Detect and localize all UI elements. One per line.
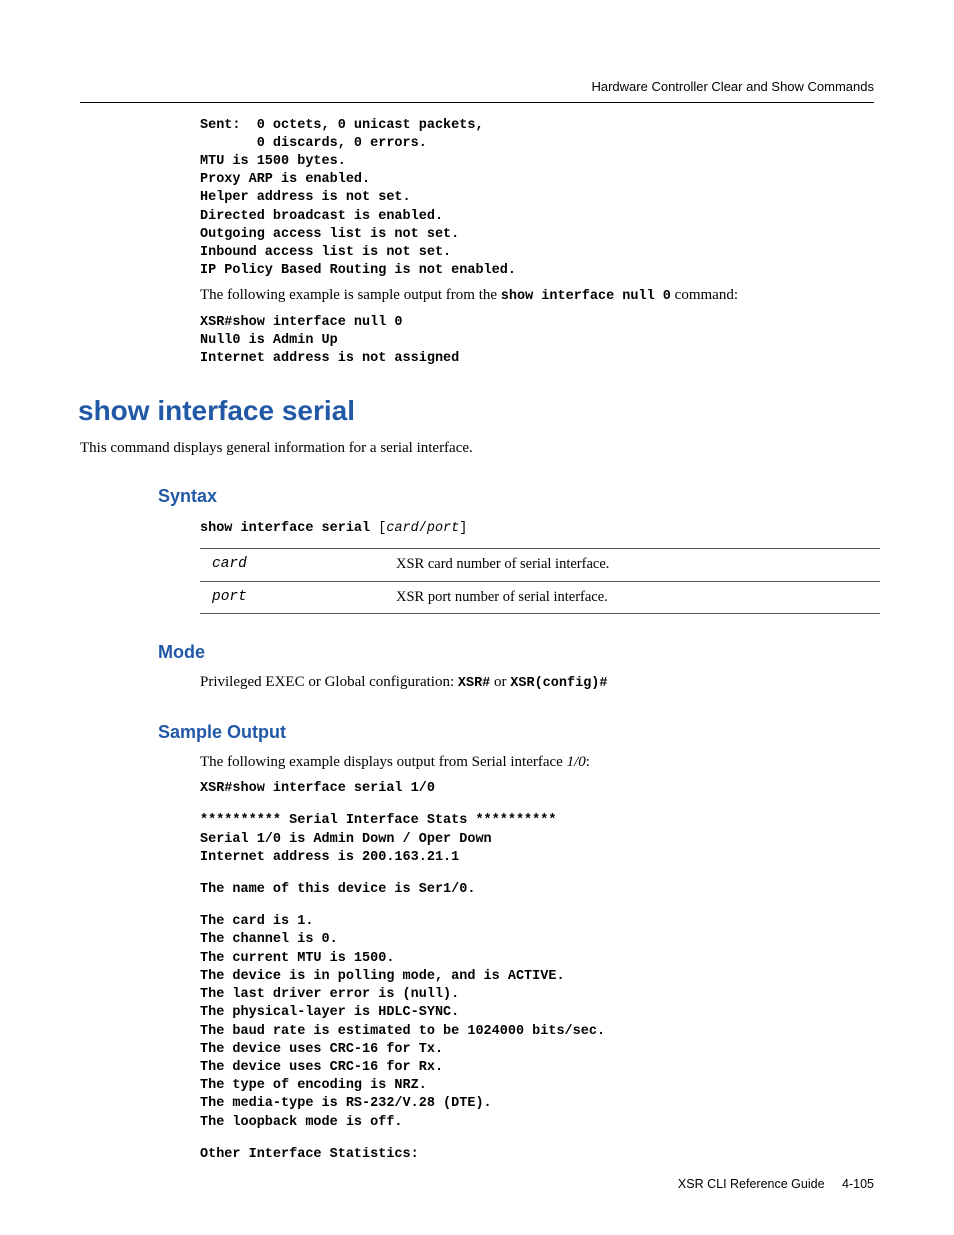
- section-desc: This command displays general informatio…: [80, 438, 874, 458]
- code-block-top: Sent: 0 octets, 0 unicast packets, 0 dis…: [200, 117, 874, 281]
- syntax-cmd: show interface serial: [200, 521, 378, 536]
- sample-code1: XSR#show interface serial 1/0: [200, 780, 874, 798]
- top-content-block: Sent: 0 octets, 0 unicast packets, 0 dis…: [200, 117, 874, 369]
- params-table: card XSR card number of serial interface…: [200, 548, 880, 614]
- param-desc: XSR card number of serial interface.: [384, 548, 880, 581]
- sample-code2: ********** Serial Interface Stats ******…: [200, 812, 874, 867]
- running-head: Hardware Controller Clear and Show Comma…: [80, 78, 874, 96]
- sample-section: Sample Output The following example disp…: [158, 720, 874, 1164]
- sample-para-tail: :: [586, 754, 590, 770]
- sample-body: The following example displays output fr…: [200, 752, 874, 1164]
- sample-code4: The card is 1. The channel is 0. The cur…: [200, 913, 874, 1132]
- table-row: port XSR port number of serial interface…: [200, 581, 880, 614]
- param-desc: XSR port number of serial interface.: [384, 581, 880, 614]
- mode-code1: XSR#: [458, 676, 490, 691]
- top-para: The following example is sample output f…: [200, 285, 874, 306]
- mode-lead: Privileged EXEC or Global configuration:: [200, 674, 458, 690]
- syntax-section: Syntax show interface serial [card/port]…: [158, 484, 874, 614]
- table-row: card XSR card number of serial interface…: [200, 548, 880, 581]
- syntax-body: show interface serial [card/port] card X…: [200, 517, 874, 614]
- mode-section: Mode Privileged EXEC or Global configura…: [158, 640, 874, 694]
- code-block-null: XSR#show interface null 0 Null0 is Admin…: [200, 314, 874, 369]
- param-key: card: [200, 548, 384, 581]
- mode-code2: XSR(config)#: [510, 676, 607, 691]
- page: Hardware Controller Clear and Show Comma…: [0, 0, 954, 1235]
- syntax-heading: Syntax: [158, 484, 874, 508]
- footer-page: 4-105: [842, 1177, 874, 1191]
- syntax-bracket-close: ]: [459, 521, 467, 536]
- sample-heading: Sample Output: [158, 720, 874, 744]
- mode-para: Privileged EXEC or Global configuration:…: [200, 672, 874, 693]
- sample-para-em: 1/0: [567, 754, 586, 770]
- sample-code3: The name of this device is Ser1/0.: [200, 881, 874, 899]
- footer: XSR CLI Reference Guide 4-105: [678, 1176, 874, 1193]
- top-para-tail: command:: [671, 287, 738, 303]
- sample-para-lead: The following example displays output fr…: [200, 754, 567, 770]
- top-rule: [80, 102, 874, 103]
- syntax-arg-port: port: [427, 521, 459, 536]
- top-para-lead: The following example is sample output f…: [200, 287, 501, 303]
- mode-or: or: [490, 674, 510, 690]
- syntax-arg-card: card: [386, 521, 418, 536]
- syntax-slash: /: [419, 521, 427, 536]
- param-key: port: [200, 581, 384, 614]
- footer-book: XSR CLI Reference Guide: [678, 1177, 825, 1191]
- syntax-line: show interface serial [card/port]: [200, 517, 874, 538]
- table-row-end: [200, 614, 880, 615]
- mode-heading: Mode: [158, 640, 874, 664]
- sample-code5: Other Interface Statistics:: [200, 1146, 874, 1164]
- section-heading: show interface serial: [78, 392, 874, 430]
- top-para-cmd: show interface null 0: [501, 289, 671, 304]
- sample-para: The following example displays output fr…: [200, 752, 874, 772]
